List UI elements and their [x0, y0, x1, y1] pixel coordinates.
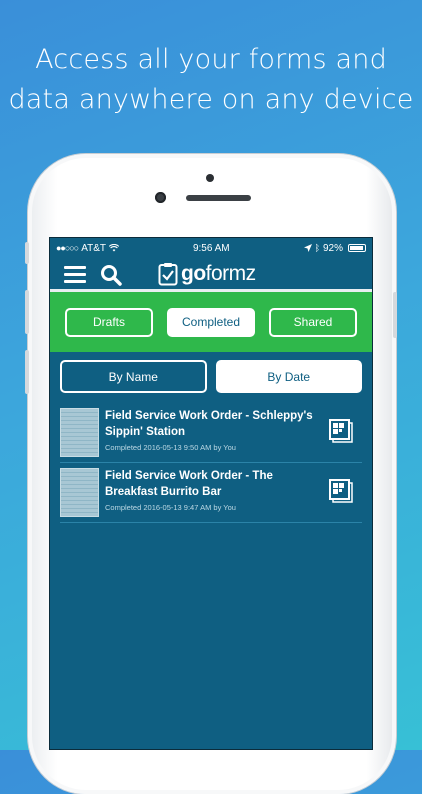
tab-shared[interactable]: Shared — [269, 307, 357, 337]
headline: Access all your forms and data anywhere … — [0, 40, 422, 120]
form-thumbnail — [60, 408, 99, 457]
nav-bar: goformz — [50, 258, 372, 292]
app-screen: ●●○○○ AT&T 9:56 AM ᛒ 92% goformz Drafts … — [49, 237, 373, 750]
wifi-icon — [109, 244, 120, 252]
tab-completed[interactable]: Completed — [167, 307, 255, 337]
search-icon[interactable] — [100, 264, 122, 286]
app-logo: goformz — [158, 262, 256, 286]
form-grid-icon[interactable] — [328, 478, 354, 504]
sensor-dot — [206, 174, 214, 182]
form-thumbnail — [60, 468, 99, 517]
volume-up-button — [25, 290, 29, 334]
volume-down-button — [25, 350, 29, 394]
battery-icon — [347, 244, 366, 252]
tab-drafts[interactable]: Drafts — [65, 307, 153, 337]
form-grid-icon[interactable] — [328, 418, 354, 444]
list-item[interactable]: Field Service Work Order - Schleppy's Si… — [60, 403, 362, 463]
front-camera — [155, 192, 166, 203]
sort-controls: By Name By Date — [50, 352, 372, 393]
clipboard-check-icon — [158, 263, 178, 286]
power-button — [393, 292, 397, 338]
battery-percent: 92% — [322, 242, 343, 254]
headline-line-2: data anywhere on any device — [8, 84, 414, 115]
carrier-label: AT&T — [81, 242, 107, 254]
logo-wordmark: goformz — [181, 262, 256, 285]
location-icon — [303, 244, 312, 252]
headline-line-1: Access all your forms and — [35, 44, 387, 75]
sort-by-date-button[interactable]: By Date — [215, 360, 362, 393]
hamburger-icon[interactable] — [64, 266, 86, 283]
sort-by-name-button[interactable]: By Name — [60, 360, 207, 393]
clock-label: 9:56 AM — [192, 242, 230, 254]
bluetooth-icon: ᛒ — [314, 243, 320, 253]
form-list: Field Service Work Order - Schleppy's Si… — [50, 403, 372, 523]
earpiece-speaker — [186, 195, 251, 201]
list-item[interactable]: Field Service Work Order - The Breakfast… — [60, 463, 362, 523]
status-tabs: Drafts Completed Shared — [50, 292, 372, 352]
signal-icon: ●●○○○ — [56, 243, 79, 253]
item-meta: Completed 2016-05-13 9:47 AM by You — [105, 503, 236, 512]
item-meta: Completed 2016-05-13 9:50 AM by You — [105, 443, 236, 452]
item-title: Field Service Work Order - Schleppy's Si… — [105, 410, 313, 438]
item-title: Field Service Work Order - The Breakfast… — [105, 470, 273, 498]
mute-switch — [25, 242, 29, 264]
status-bar: ●●○○○ AT&T 9:56 AM ᛒ 92% — [50, 238, 372, 258]
